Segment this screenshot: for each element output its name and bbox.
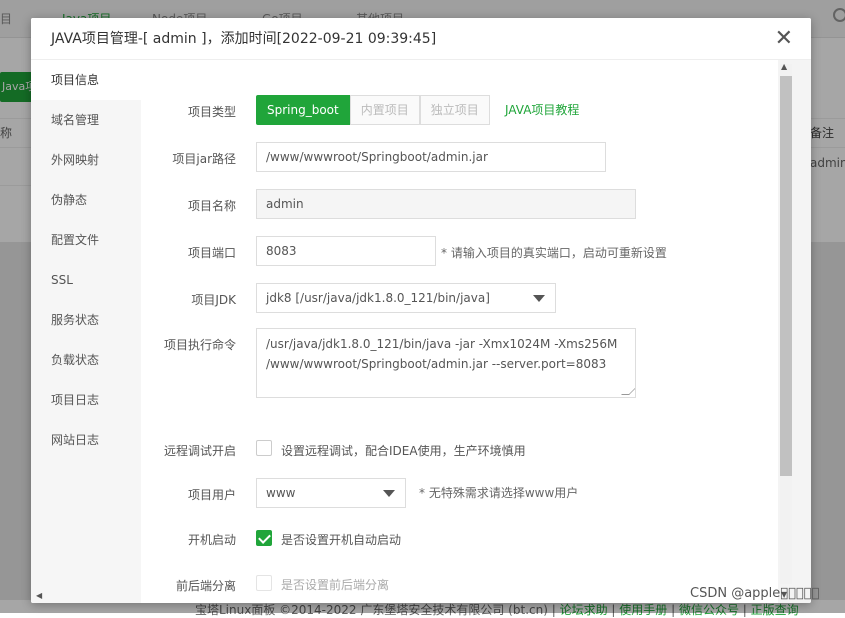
scrollbar-thumb[interactable]	[780, 76, 792, 476]
debug-label: 远程调试开启	[163, 444, 236, 458]
split-checkbox-label[interactable]: 是否设置前后端分离	[281, 576, 389, 593]
project-port-input[interactable]: 8083	[256, 236, 436, 266]
chevron-down-icon	[533, 295, 545, 302]
dialog-scrollbar[interactable]: ▲ ▼	[778, 60, 811, 603]
debug-checkbox-label[interactable]: 设置远程调试，配合IDEA使用，生产环境慎用	[281, 442, 526, 459]
project-type-toggle: Spring_boot 内置项目 独立项目	[256, 95, 490, 125]
scrollbar-track[interactable]	[780, 64, 792, 584]
port-hint: * 请输入项目的真实端口，启动可重新设置	[441, 246, 667, 260]
debug-checkbox[interactable]	[256, 440, 272, 456]
type-option-standalone[interactable]: 独立项目	[419, 95, 490, 125]
command-line-2: /www/wwwroot/Springboot/admin.jar --serv…	[266, 357, 607, 371]
jdk-select-value: jdk8 [/usr/java/jdk1.8.0_121/bin/java]	[266, 291, 490, 305]
sidebar-item-config-file[interactable]: 配置文件	[31, 220, 141, 260]
dialog-title-bar: JAVA项目管理-[ admin ]，添加时间[2022-09-21 09:39…	[31, 18, 811, 60]
chevron-down-icon	[383, 490, 395, 497]
project-name-input[interactable]: admin	[256, 189, 636, 219]
scroll-up-icon[interactable]: ▲	[781, 62, 787, 71]
project-info-form: 项目类型 Spring_boot 内置项目 独立项目 JAVA项目教程 项目ja…	[141, 60, 778, 603]
port-label: 项目端口	[187, 246, 236, 260]
type-option-springboot[interactable]: Spring_boot	[256, 95, 350, 125]
split-checkbox[interactable]	[256, 575, 272, 591]
sidebar-item-service-status[interactable]: 服务状态	[31, 300, 141, 340]
user-select-value: www	[266, 486, 296, 500]
user-hint: * 无特殊需求请选择www用户	[419, 486, 579, 500]
sidebar-item-ssl[interactable]: SSL	[31, 260, 141, 300]
name-label: 项目名称	[187, 199, 236, 213]
sidebar-item-project-info[interactable]: 项目信息	[31, 60, 141, 100]
jdk-select[interactable]: jdk8 [/usr/java/jdk1.8.0_121/bin/java]	[256, 283, 556, 313]
boot-checkbox-label[interactable]: 是否设置开机自动启动	[281, 531, 401, 548]
command-textarea[interactable]: /usr/java/jdk1.8.0_121/bin/java -jar -Xm…	[256, 328, 636, 398]
jar-label: 项目jar路径	[172, 152, 236, 166]
user-select[interactable]: www	[256, 478, 406, 508]
jar-path-input[interactable]: /www/wwwroot/Springboot/admin.jar	[256, 142, 606, 172]
user-label: 项目用户	[187, 488, 236, 502]
boot-checkbox[interactable]	[256, 530, 272, 546]
cmd-label: 项目执行命令	[163, 338, 236, 352]
dialog-sidebar: 项目信息 域名管理 外网映射 伪静态 配置文件 SSL 服务状态 负载状态 项目…	[31, 60, 141, 603]
sidebar-item-domain[interactable]: 域名管理	[31, 100, 141, 140]
sidebar-item-rewrite[interactable]: 伪静态	[31, 180, 141, 220]
command-line-1: /usr/java/jdk1.8.0_121/bin/java -jar -Xm…	[266, 337, 618, 351]
sidebar-item-site-log[interactable]: 网站日志	[31, 420, 141, 460]
sidebar-item-project-log[interactable]: 项目日志	[31, 380, 141, 420]
java-tutorial-link[interactable]: JAVA项目教程	[505, 101, 579, 118]
dialog-title: JAVA项目管理-[ admin ]，添加时间[2022-09-21 09:39…	[51, 31, 437, 47]
resize-grip-icon[interactable]	[621, 387, 635, 395]
jdk-label: 项目JDK	[191, 293, 236, 307]
java-project-dialog: JAVA项目管理-[ admin ]，添加时间[2022-09-21 09:39…	[31, 18, 811, 603]
type-label: 项目类型	[187, 105, 236, 119]
split-label: 前后端分离	[175, 579, 236, 593]
type-option-builtin[interactable]: 内置项目	[349, 95, 420, 125]
scroll-left-icon[interactable]: ◀	[36, 591, 42, 600]
close-icon[interactable]: ✕	[775, 18, 793, 60]
watermark: CSDN @apple     	[690, 586, 820, 601]
boot-label: 开机启动	[187, 533, 236, 547]
sidebar-item-load-status[interactable]: 负载状态	[31, 340, 141, 380]
sidebar-item-external-mapping[interactable]: 外网映射	[31, 140, 141, 180]
